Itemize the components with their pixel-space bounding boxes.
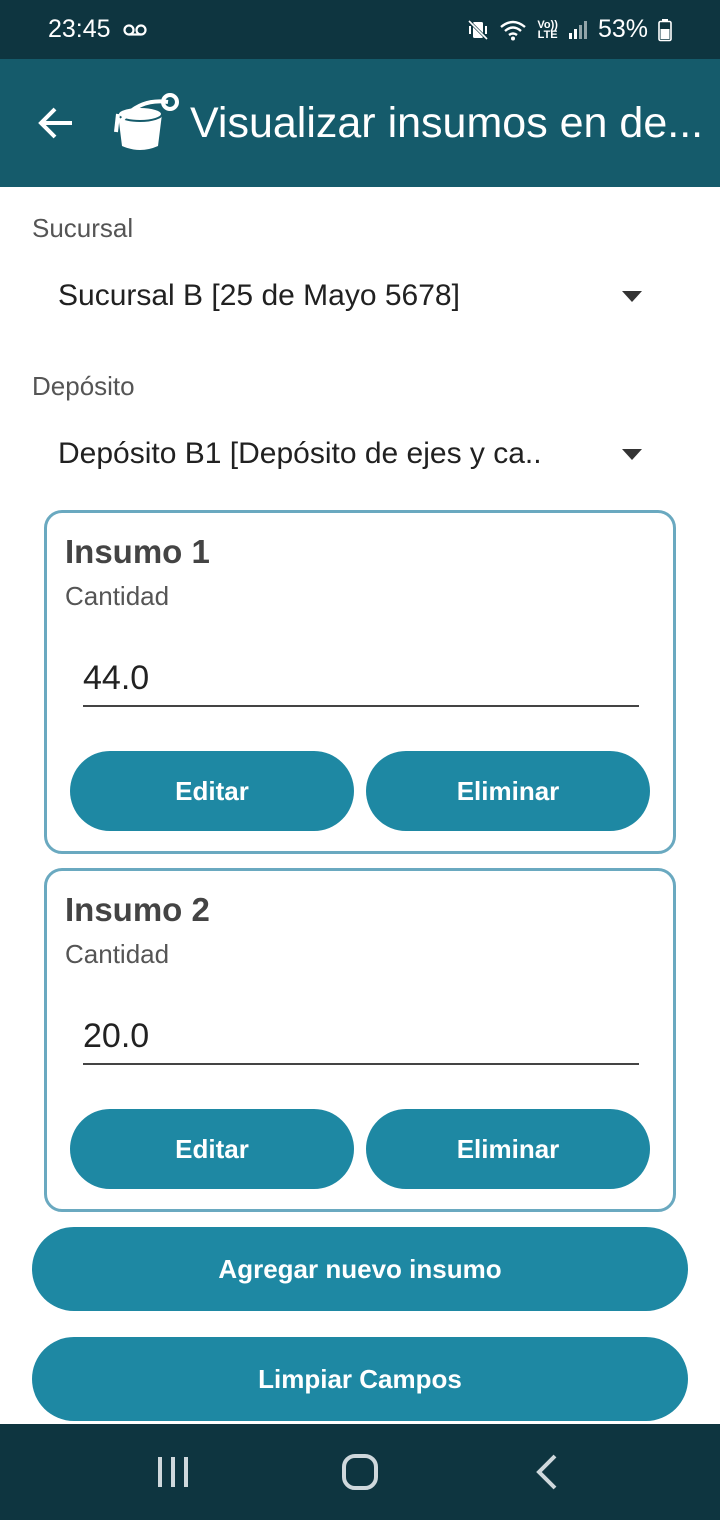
status-left: 23:45 <box>48 15 147 44</box>
insumo-title: Insumo 2 <box>65 891 210 928</box>
paint-bucket-icon <box>114 93 179 150</box>
status-time: 23:45 <box>48 15 111 43</box>
nav-back-icon <box>535 1454 557 1490</box>
vibrate-mute-icon <box>468 19 489 40</box>
sucursal-label: Sucursal <box>32 213 134 243</box>
edit-button[interactable]: Editar <box>70 751 354 831</box>
signal-icon <box>568 20 587 39</box>
sucursal-selected-value: Sucursal B [25 de Mayo 5678] <box>58 279 460 312</box>
home-button[interactable] <box>320 1442 400 1502</box>
status-right: Vo)) LTE 53% <box>467 15 672 44</box>
app-bar: Visualizar insumos en de... <box>0 59 720 187</box>
recents-icon <box>158 1457 189 1487</box>
quantity-input[interactable] <box>83 651 639 707</box>
edit-button[interactable]: Editar <box>70 1109 354 1189</box>
quantity-label: Cantidad <box>65 939 170 969</box>
main-content: Sucursal Sucursal B [25 de Mayo 5678] De… <box>0 187 720 1424</box>
add-insumo-button[interactable]: Agregar nuevo insumo <box>32 1227 688 1311</box>
quantity-input[interactable] <box>83 1009 639 1065</box>
battery-percent: 53% <box>597 15 648 43</box>
delete-button[interactable]: Eliminar <box>366 751 650 831</box>
dropdown-arrow-icon <box>622 448 642 460</box>
arrow-back-icon <box>38 107 72 139</box>
deposito-selected-value: Depósito B1 [Depósito de ejes y ca.. <box>58 437 542 470</box>
volte-top: Vo)) <box>537 18 558 31</box>
deposito-label: Depósito <box>32 371 135 401</box>
quantity-label: Cantidad <box>65 581 170 611</box>
sucursal-dropdown[interactable]: Sucursal B [25 de Mayo 5678] <box>32 261 656 331</box>
wifi-icon <box>500 20 527 40</box>
volte-indicator: Vo)) LTE <box>537 18 558 41</box>
voicemail-icon <box>122 23 147 36</box>
navigation-bar <box>0 1424 720 1520</box>
volte-bottom: LTE <box>537 28 558 41</box>
status-bar: 23:45 Vo)) LTE 53% <box>0 0 720 59</box>
deposito-dropdown[interactable]: Depósito B1 [Depósito de ejes y ca.. <box>32 419 656 489</box>
recents-button[interactable] <box>133 1442 213 1502</box>
page-title: Visualizar insumos en de... <box>190 98 704 147</box>
delete-button[interactable]: Eliminar <box>366 1109 650 1189</box>
insumo-card: Insumo 2 Cantidad Editar Eliminar <box>44 868 676 1212</box>
clear-fields-button[interactable]: Limpiar Campos <box>32 1337 688 1421</box>
battery-icon <box>658 18 672 41</box>
dropdown-arrow-icon <box>622 290 642 302</box>
insumo-card: Insumo 1 Cantidad Editar Eliminar <box>44 510 676 854</box>
back-button[interactable] <box>36 103 76 143</box>
home-icon <box>341 1454 378 1490</box>
insumo-title: Insumo 1 <box>65 533 210 570</box>
nav-back-button[interactable] <box>507 1442 587 1502</box>
